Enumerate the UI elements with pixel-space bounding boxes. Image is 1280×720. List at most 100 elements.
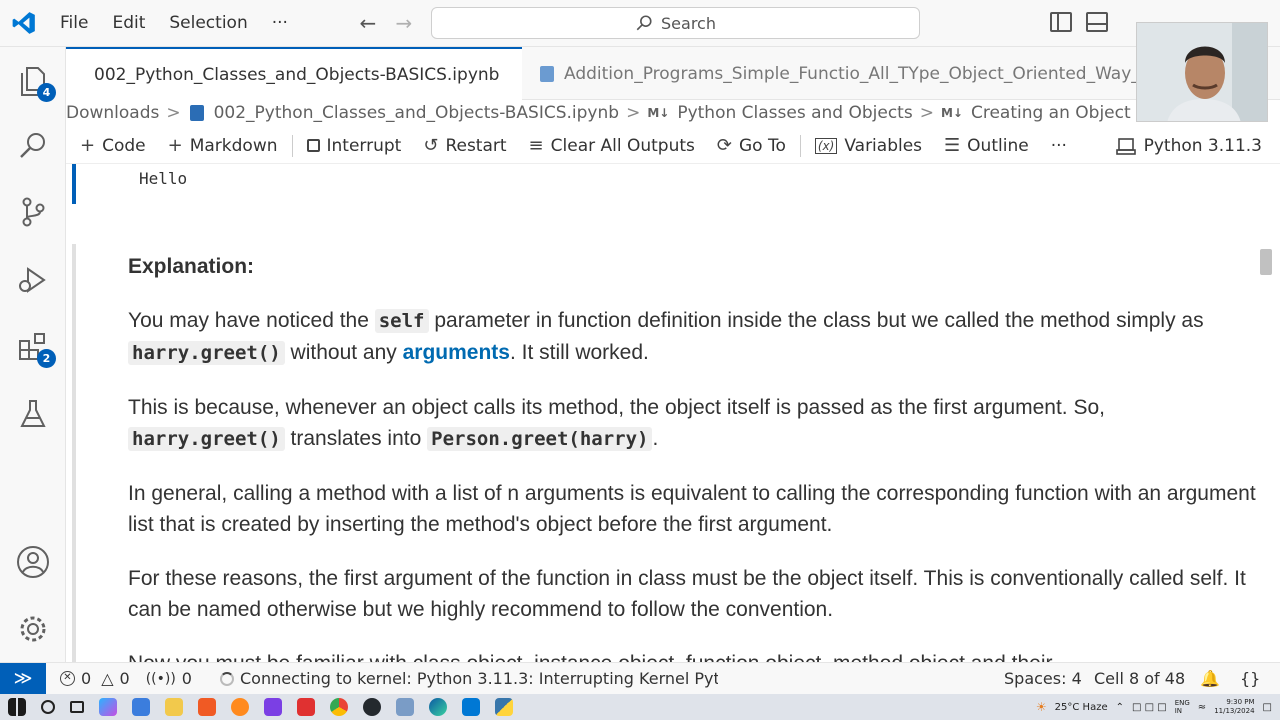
run-debug-icon[interactable]	[16, 263, 50, 297]
clear-all-outputs-button[interactable]: ≡ Clear All Outputs	[518, 128, 706, 164]
notebook-toolbar: + Code + Markdown Interrupt ↺ Restart ≡ …	[66, 128, 1280, 164]
title-bar: File Edit Selection ··· ← → Search	[0, 0, 1280, 47]
clear-outputs-label: Clear All Outputs	[550, 135, 695, 156]
extensions-icon[interactable]: 2	[16, 330, 56, 368]
plus-icon: +	[167, 135, 183, 156]
interrupt-button[interactable]: Interrupt	[296, 128, 413, 164]
go-to-button[interactable]: ⟳ Go To	[706, 128, 797, 164]
clear-list-icon: ≡	[528, 135, 544, 156]
cell-position-indicator[interactable]: Cell 8 of 48	[1086, 669, 1193, 688]
toggle-panel-icon[interactable]	[1086, 12, 1108, 32]
restart-label: Restart	[445, 135, 507, 156]
vscode-taskbar-icon[interactable]	[461, 698, 480, 716]
wifi-icon[interactable]: ≈	[1198, 702, 1206, 713]
windows-start-icon[interactable]	[7, 698, 26, 716]
error-icon: ✕	[60, 671, 75, 686]
explorer-icon[interactable]: 4	[16, 64, 56, 102]
testing-flask-icon[interactable]	[16, 397, 50, 431]
clock-time: 9:30 PM	[1226, 698, 1255, 706]
red-app-icon[interactable]	[296, 698, 315, 716]
webcam-overlay	[1136, 22, 1268, 122]
search-label: Search	[661, 13, 716, 33]
tray-icons[interactable]: □ □ □	[1132, 702, 1167, 713]
breadcrumb-item[interactable]: Downloads	[66, 103, 163, 123]
menu-selection[interactable]: Selection	[157, 0, 259, 47]
forward-arrow-icon[interactable]: →	[386, 11, 422, 35]
app-icon[interactable]	[395, 698, 414, 716]
vertical-scrollbar-thumb[interactable]	[1260, 249, 1272, 275]
language-braces-indicator[interactable]: {}	[1232, 669, 1268, 688]
edge-icon[interactable]	[428, 698, 447, 716]
github-icon[interactable]	[362, 698, 381, 716]
task-view-icon[interactable]	[69, 701, 84, 713]
text-run: translates into	[284, 427, 428, 450]
tab-notebook-basics[interactable]: 002_Python_Classes_and_Objects-BASICS.ip…	[66, 47, 522, 100]
copilot-icon[interactable]	[98, 698, 117, 716]
language-indicator[interactable]: ENG IN	[1175, 699, 1190, 715]
notebook-editor[interactable]: Hello Explanation: You may have noticed …	[66, 164, 1280, 662]
firefox-icon[interactable]	[230, 698, 249, 716]
markdown-cell[interactable]: Explanation: You may have noticed the se…	[128, 251, 1258, 662]
markdown-cell-border	[72, 244, 76, 662]
menu-more[interactable]: ···	[260, 0, 300, 47]
ports-count: 0	[181, 669, 192, 688]
taskbar-search-icon[interactable]	[40, 700, 55, 714]
system-tray: ☀ 25°C Haze ⌃ □ □ □ ENG IN ≈ 9:30 PM 11/…	[1036, 694, 1272, 720]
breadcrumb-item[interactable]: Python Classes and Objects	[673, 103, 916, 123]
variables-label: Variables	[844, 135, 923, 156]
back-arrow-icon[interactable]: ←	[350, 11, 386, 35]
search-icon[interactable]	[16, 129, 50, 163]
tray-chevron-icon[interactable]: ⌃	[1116, 702, 1124, 713]
chrome-icon[interactable]	[329, 698, 348, 716]
outline-button[interactable]: ☰ Outline	[933, 128, 1040, 164]
file-explorer-icon[interactable]	[164, 698, 183, 716]
kernel-flask-icon	[1115, 138, 1136, 155]
restart-button[interactable]: ↺ Restart	[412, 128, 517, 164]
notifications-bell-icon[interactable]: 🔔	[1192, 669, 1228, 688]
add-code-cell-button[interactable]: + Code	[69, 128, 157, 164]
accounts-icon[interactable]	[16, 545, 50, 579]
breadcrumb-item[interactable]: 002_Python_Classes_and_Objects-BASICS.ip…	[210, 103, 623, 123]
kernel-status-text: Connecting to kernel: Python 3.11.3: Int…	[239, 669, 718, 688]
toggle-sidebar-icon[interactable]	[1050, 12, 1072, 32]
source-control-icon[interactable]	[16, 195, 50, 229]
brave-browser-icon[interactable]	[197, 698, 216, 716]
weather-text[interactable]: 25°C Haze	[1055, 702, 1108, 713]
toolbar-more-button[interactable]: ···	[1040, 128, 1078, 164]
kernel-picker[interactable]: Python 3.11.3	[1115, 128, 1262, 164]
cell-focus-indicator	[72, 164, 76, 204]
menu-file[interactable]: File	[48, 0, 100, 47]
plus-icon: +	[80, 135, 96, 156]
status-bar: ≫ ✕ 0 △ 0 ((•)) 0 Connecting to kernel: …	[0, 662, 1280, 695]
remote-indicator-icon[interactable]: ≫	[0, 662, 46, 695]
tab-notebook-addition[interactable]: Addition_Programs_Simple_Functio_All_TYp…	[522, 47, 1185, 100]
problems-indicator[interactable]: ✕ 0 △ 0	[52, 669, 138, 688]
store-icon[interactable]	[131, 698, 150, 716]
markdown-paragraph: In general, calling a method with a list…	[128, 482, 1256, 536]
indentation-indicator[interactable]: Spaces: 4	[996, 669, 1090, 688]
python-icon[interactable]	[494, 698, 513, 716]
text-run: without any	[284, 341, 403, 364]
variables-button[interactable]: (x) Variables	[804, 128, 933, 164]
markdown-paragraph: This is because, whenever an object call…	[128, 392, 1258, 455]
markdown-heading: Explanation:	[128, 255, 255, 278]
purple-app-icon[interactable]	[263, 698, 282, 716]
restart-icon: ↺	[423, 135, 439, 156]
editor-tabs: 002_Python_Classes_and_Objects-BASICS.ip…	[66, 47, 1280, 100]
markdown-icon: M↓	[647, 106, 670, 120]
manage-gear-icon[interactable]	[16, 612, 50, 646]
toolbar-divider	[799, 134, 801, 157]
kernel-status[interactable]: Connecting to kernel: Python 3.11.3: Int…	[212, 669, 726, 688]
variables-icon: (x)	[814, 137, 838, 154]
ports-indicator[interactable]: ((•)) 0	[138, 669, 200, 688]
tab-label: Addition_Programs_Simple_Functio_All_TYp…	[564, 63, 1167, 84]
add-markdown-cell-button[interactable]: + Markdown	[157, 128, 289, 164]
menu-edit[interactable]: Edit	[100, 0, 157, 47]
notification-icon[interactable]: □	[1263, 702, 1272, 713]
os-taskbar: ☀ 25°C Haze ⌃ □ □ □ ENG IN ≈ 9:30 PM 11/…	[0, 694, 1280, 720]
clock-date: 11/13/2024	[1214, 707, 1255, 715]
arguments-link[interactable]: arguments	[403, 341, 510, 364]
clock[interactable]: 9:30 PM 11/13/2024	[1214, 698, 1254, 716]
notebook-file-icon	[540, 65, 554, 82]
command-center-search[interactable]: Search	[431, 7, 920, 39]
